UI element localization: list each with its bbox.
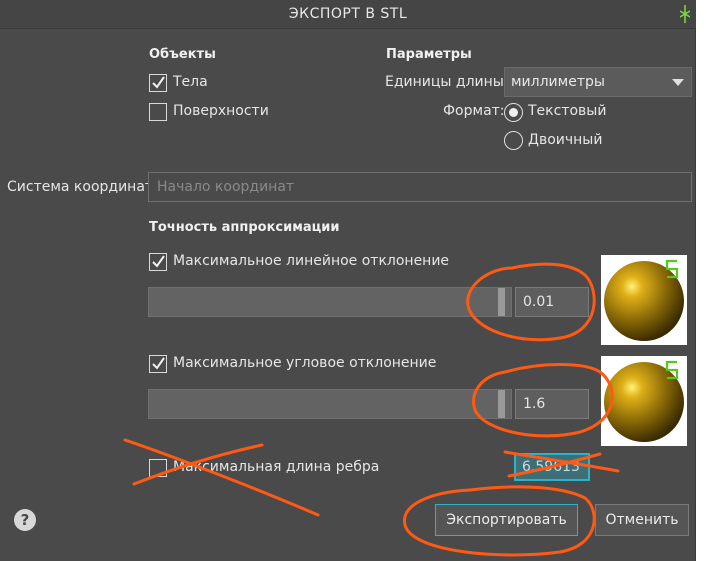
dialog-title: ЭКСПОРТ В STL (288, 6, 408, 22)
objects-heading: Объекты (149, 47, 216, 62)
linear-deviation-slider[interactable] (148, 287, 512, 317)
linear-deviation-label: Максимальное линейное отклонение (173, 253, 450, 269)
sphere-preview-icon (604, 360, 684, 442)
format-text-radio[interactable] (504, 103, 523, 122)
check-icon (152, 357, 165, 370)
angular-deviation-value: 1.6 (523, 396, 546, 412)
params-heading: Параметры (386, 47, 472, 62)
format-binary-radio[interactable] (504, 131, 523, 150)
units-select[interactable]: миллиметры (504, 67, 692, 97)
surfaces-label: Поверхности (173, 103, 269, 119)
slider-thumb[interactable] (498, 288, 505, 316)
bodies-label: Тела (173, 74, 208, 90)
sphere-preview-icon (604, 259, 684, 341)
edge-length-input[interactable]: 6.59613 (514, 453, 590, 481)
coords-placeholder: Начало координат (157, 179, 295, 195)
radio-selected-dot (508, 107, 518, 117)
coords-input[interactable]: Начало координат (148, 172, 692, 202)
angular-preview (601, 356, 687, 446)
angular-deviation-input[interactable]: 1.6 (515, 389, 589, 419)
units-value: миллиметры (511, 74, 605, 90)
linear-deviation-value: 0.01 (523, 294, 555, 310)
linear-deviation-input[interactable]: 0.01 (515, 287, 589, 317)
check-icon (152, 255, 165, 268)
chevron-down-icon (672, 79, 684, 86)
help-icon[interactable]: ? (14, 509, 36, 531)
title-bar: ЭКСПОРТ В STL (0, 0, 696, 29)
angular-deviation-checkbox[interactable] (149, 355, 167, 373)
export-button[interactable]: Экспортировать (435, 504, 578, 536)
edge-length-value: 6.59613 (522, 459, 580, 475)
check-icon (152, 76, 165, 89)
format-label: Формат: (443, 103, 505, 119)
linear-deviation-checkbox[interactable] (149, 253, 167, 271)
units-label: Единицы длины: (385, 74, 509, 90)
coords-label: Система координат: (7, 179, 158, 195)
format-binary-label: Двоичный (528, 132, 603, 148)
stl-export-dialog: ЭКСПОРТ В STL Объекты Тела Поверхности П… (0, 0, 696, 561)
bodies-checkbox[interactable] (149, 74, 167, 92)
cancel-button[interactable]: Отменить (595, 504, 689, 536)
angular-deviation-label: Максимальное угловое отклонение (173, 355, 437, 371)
accuracy-heading: Точность аппроксимации (149, 220, 340, 235)
angular-deviation-slider[interactable] (148, 389, 512, 419)
format-text-label: Текстовый (528, 103, 607, 119)
edge-length-checkbox[interactable] (149, 459, 167, 477)
pin-icon[interactable] (680, 5, 690, 23)
linear-preview (601, 255, 687, 345)
edge-length-label: Максимальная длина ребра (173, 459, 380, 475)
surfaces-checkbox[interactable] (149, 103, 167, 121)
slider-thumb[interactable] (498, 390, 505, 418)
